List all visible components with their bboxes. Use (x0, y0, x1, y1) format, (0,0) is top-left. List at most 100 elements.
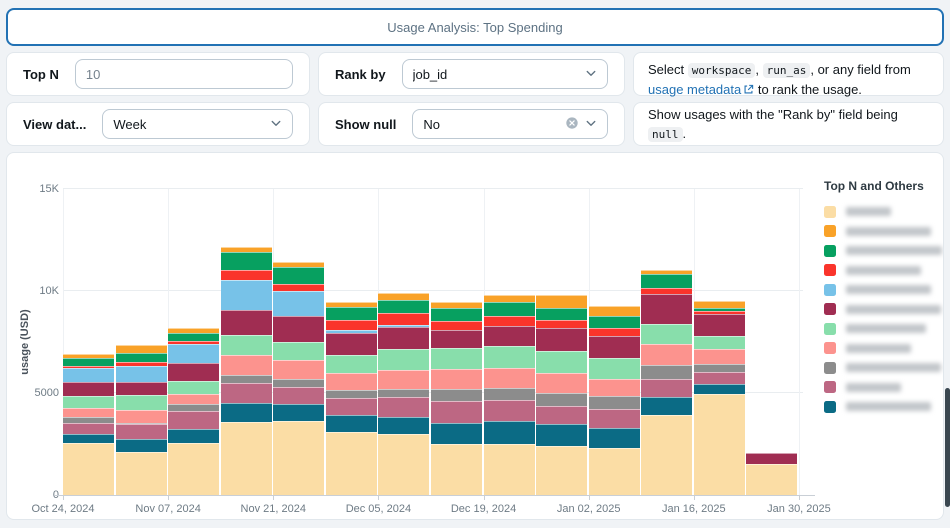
bar-segment[interactable] (536, 327, 588, 352)
bar-segment[interactable] (325, 354, 377, 374)
bar-segment[interactable] (378, 300, 430, 314)
bar-segment[interactable] (536, 351, 588, 373)
bar-segment[interactable] (325, 306, 377, 321)
bar-segment[interactable] (588, 447, 640, 495)
usage-metadata-link[interactable]: usage metadata (648, 82, 741, 97)
bar-segment[interactable] (483, 326, 535, 347)
legend-item[interactable] (824, 358, 942, 378)
bar-segment[interactable] (693, 301, 745, 308)
bar-segment[interactable] (588, 316, 640, 328)
stacked-bar-week-of-jan-09[interactable] (641, 270, 693, 495)
bar-segment[interactable] (588, 327, 640, 337)
bar-segment[interactable] (588, 357, 640, 380)
bar-segment[interactable] (325, 333, 377, 355)
bar-segment[interactable] (273, 283, 325, 291)
bar-segment[interactable] (220, 383, 272, 404)
bar-segment[interactable] (168, 381, 220, 395)
bar-segment[interactable] (115, 381, 167, 395)
bar-segment[interactable] (378, 370, 430, 389)
bar-segment[interactable] (693, 384, 745, 395)
stacked-bar-week-of-oct-24[interactable] (63, 353, 114, 495)
bar-segment[interactable] (325, 398, 377, 416)
bar-segment[interactable] (483, 444, 535, 495)
bar-segment[interactable] (115, 365, 167, 382)
bar-segment[interactable] (325, 373, 377, 390)
bar-segment[interactable] (693, 349, 745, 365)
bar-segment[interactable] (378, 388, 430, 398)
bar-segment[interactable] (536, 319, 588, 328)
bar-segment[interactable] (378, 293, 430, 301)
bar-segment[interactable] (430, 320, 482, 330)
bar-segment[interactable] (588, 396, 640, 410)
bar-segment[interactable] (273, 342, 325, 361)
bar-segment[interactable] (588, 427, 640, 448)
bar-segment[interactable] (483, 294, 535, 302)
stacked-bar-week-of-jan-16[interactable] (693, 301, 745, 495)
legend-item[interactable] (824, 261, 942, 281)
legend-item[interactable] (824, 280, 942, 300)
bar-segment[interactable] (115, 344, 167, 354)
stacked-bar-week-of-dec-26[interactable] (536, 294, 588, 495)
bar-segment[interactable] (693, 335, 745, 350)
bar-segment[interactable] (273, 290, 325, 316)
legend-item[interactable] (824, 241, 942, 261)
bar-segment[interactable] (641, 323, 693, 344)
bar-segment[interactable] (378, 348, 430, 371)
bar-segment[interactable] (115, 353, 167, 362)
bar-segment[interactable] (588, 306, 640, 317)
bar-segment[interactable] (746, 452, 798, 465)
top-n-input[interactable]: 10 (74, 59, 293, 89)
bar-segment[interactable] (588, 409, 640, 428)
bar-segment[interactable] (115, 409, 167, 424)
bar-segment[interactable] (641, 273, 693, 288)
bar-segment[interactable] (378, 417, 430, 434)
bar-segment[interactable] (273, 387, 325, 404)
vertical-scrollbar-thumb[interactable] (945, 388, 950, 507)
stacked-bar-week-of-jan-02[interactable] (588, 306, 640, 495)
bar-segment[interactable] (220, 251, 272, 271)
bar-segment[interactable] (168, 404, 220, 411)
bar-segment[interactable] (220, 374, 272, 384)
bar-segment[interactable] (430, 422, 482, 444)
bar-segment[interactable] (536, 294, 588, 308)
legend-item[interactable] (824, 397, 942, 417)
bar-segment[interactable] (536, 406, 588, 425)
bar-segment[interactable] (641, 415, 693, 495)
bar-segment[interactable] (378, 397, 430, 418)
legend-item[interactable] (824, 319, 942, 339)
bar-segment[interactable] (220, 403, 272, 422)
bar-segment[interactable] (168, 394, 220, 405)
bar-segment[interactable] (220, 270, 272, 281)
bar-segment[interactable] (430, 329, 482, 348)
bar-segment[interactable] (430, 369, 482, 390)
view-data-by-select[interactable]: Week (102, 109, 293, 139)
bar-segment[interactable] (63, 358, 114, 367)
bar-segment[interactable] (273, 378, 325, 388)
bar-segment[interactable] (693, 372, 745, 385)
bar-segment[interactable] (483, 388, 535, 401)
bar-segment[interactable] (430, 401, 482, 423)
bar-segment[interactable] (63, 396, 114, 408)
bar-segment[interactable] (693, 394, 745, 495)
bar-segment[interactable] (588, 379, 640, 397)
bar-segment[interactable] (115, 439, 167, 452)
bar-segment[interactable] (220, 310, 272, 335)
bar-segment[interactable] (430, 389, 482, 402)
bar-segment[interactable] (536, 424, 588, 447)
bar-segment[interactable] (220, 354, 272, 375)
legend-item[interactable] (824, 300, 942, 320)
stacked-bar-week-of-dec-12[interactable] (430, 302, 482, 495)
bar-segment[interactable] (378, 433, 430, 495)
legend-item[interactable] (824, 378, 942, 398)
bar-segment[interactable] (115, 394, 167, 410)
bar-segment[interactable] (220, 280, 272, 311)
stacked-bar-week-of-nov-07[interactable] (168, 327, 220, 495)
bar-segment[interactable] (325, 320, 377, 331)
dashboard-title-widget[interactable]: Usage Analysis: Top Spending (6, 8, 944, 46)
bar-segment[interactable] (325, 431, 377, 495)
bar-segment[interactable] (220, 334, 272, 355)
bar-segment[interactable] (168, 332, 220, 342)
bar-segment[interactable] (483, 400, 535, 422)
bar-segment[interactable] (693, 364, 745, 373)
bar-segment[interactable] (168, 410, 220, 430)
